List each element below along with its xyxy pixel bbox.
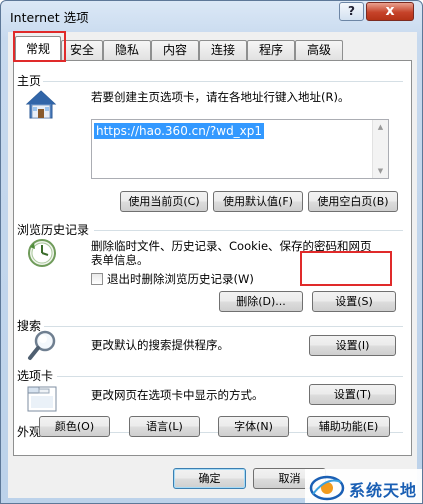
homepage-scrollbar[interactable]: ▲ ▼ <box>372 120 388 178</box>
languages-button[interactable]: 语言(L) <box>129 416 200 437</box>
use-default-button[interactable]: 使用默认值(F) <box>213 191 303 212</box>
tab-advanced[interactable]: 高级 <box>295 40 343 60</box>
homepage-url-textarea[interactable]: https://hao.360.cn/?wd_xp1 ▲ ▼ <box>91 119 389 179</box>
history-section-title: 浏览历史记录 <box>17 223 90 237</box>
window-title: Internet 选项 <box>10 10 89 25</box>
delete-on-exit-label[interactable]: 退出时删除浏览历史记录(W) <box>107 272 254 286</box>
internet-options-window: Internet 选项 ? x 常规 安全 隐私 内容 连接 程序 高级 主页 … <box>0 0 423 504</box>
use-blank-button[interactable]: 使用空白页(B) <box>308 191 398 212</box>
tabs-settings-button[interactable]: 设置(T) <box>309 384 396 405</box>
ok-button[interactable]: 确定 <box>173 468 246 489</box>
search-settings-button[interactable]: 设置(I) <box>309 335 396 356</box>
title-bar: Internet 选项 ? x <box>1 1 422 31</box>
magnifier-icon <box>28 330 56 360</box>
tabs-divider <box>57 376 403 377</box>
home-icon <box>25 90 57 119</box>
history-settings-button[interactable]: 设置(S) <box>312 291 396 312</box>
settings-highlight-box <box>300 251 392 286</box>
homepage-divider <box>43 81 403 82</box>
delete-history-button[interactable]: 删除(D)... <box>219 291 303 312</box>
accessibility-button[interactable]: 辅助功能(E) <box>307 416 390 437</box>
delete-on-exit-checkbox[interactable] <box>91 273 103 285</box>
tab-highlight-box <box>13 31 66 62</box>
tabs-section-title: 选项卡 <box>17 369 54 383</box>
tab-content[interactable]: 内容 <box>151 40 199 60</box>
watermark: 系统天地 <box>305 469 422 503</box>
history-divider <box>94 230 403 231</box>
tabs-window-icon <box>27 386 57 412</box>
search-description: 更改默认的搜索提供程序。 <box>91 338 229 352</box>
watermark-text: 系统天地 <box>349 481 418 500</box>
scroll-up-arrow-icon[interactable]: ▲ <box>376 124 385 131</box>
use-current-button[interactable]: 使用当前页(C) <box>120 191 208 212</box>
appearance-section-title: 外观 <box>17 425 42 439</box>
scroll-down-arrow-icon[interactable]: ▼ <box>376 168 385 175</box>
fonts-button[interactable]: 字体(N) <box>218 416 289 437</box>
tabs-description: 更改网页在选项卡中显示的方式。 <box>91 388 264 402</box>
tab-security[interactable]: 安全 <box>61 40 103 60</box>
help-button[interactable]: ? <box>339 2 364 21</box>
watermark-logo-icon <box>309 475 345 501</box>
homepage-url-text: https://hao.360.cn/?wd_xp1 <box>94 123 265 139</box>
homepage-description: 若要创建主页选项卡，请在各地址行键入地址(R)。 <box>91 90 350 104</box>
history-clock-icon <box>28 239 56 267</box>
search-divider <box>44 326 403 327</box>
tab-privacy[interactable]: 隐私 <box>103 40 151 60</box>
tab-programs[interactable]: 程序 <box>247 40 295 60</box>
homepage-section-title: 主页 <box>17 74 42 88</box>
close-button[interactable]: x <box>366 2 414 21</box>
tab-connections[interactable]: 连接 <box>199 40 247 60</box>
colors-button[interactable]: 颜色(O) <box>39 416 110 437</box>
history-description-line2: 表单信息。 <box>91 253 149 267</box>
